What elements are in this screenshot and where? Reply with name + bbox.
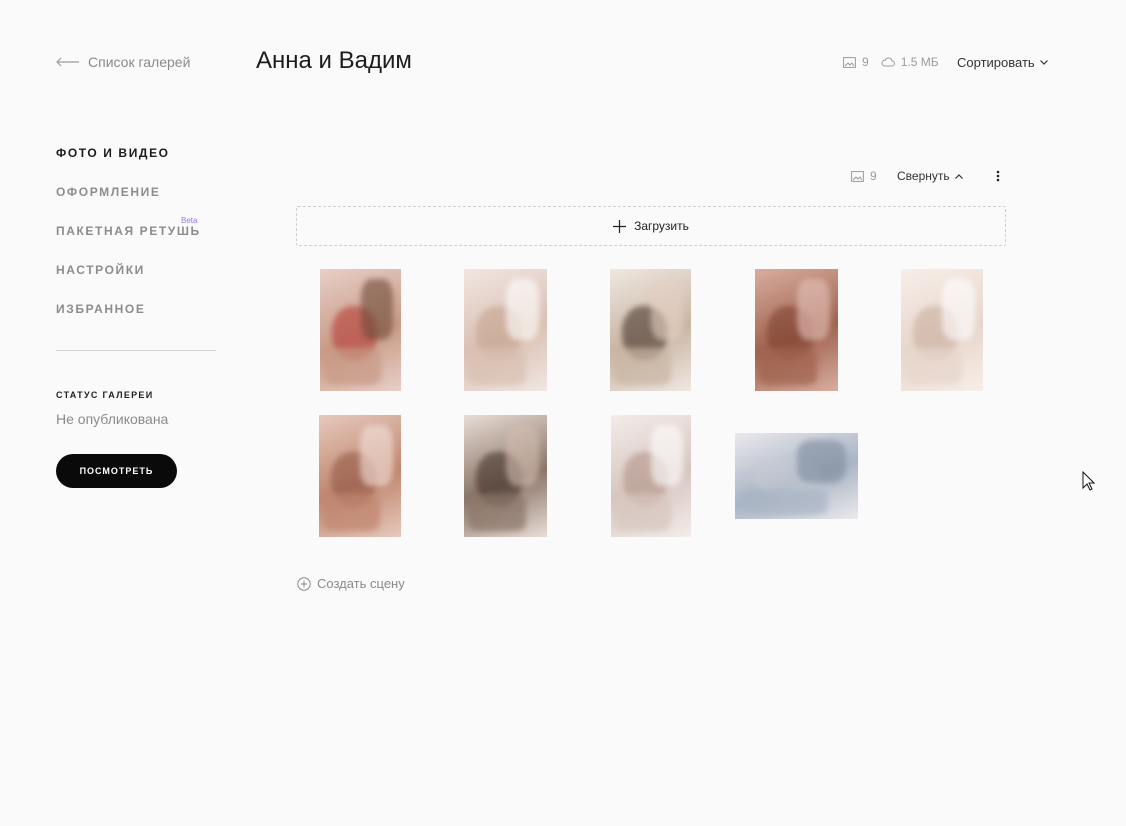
photo-detail — [650, 278, 683, 340]
create-scene-label: Создать сцену — [317, 576, 405, 591]
mouse-cursor-icon — [1082, 471, 1095, 491]
create-scene-button[interactable]: Создать сцену — [297, 576, 405, 591]
photo-thumbnail[interactable] — [464, 269, 547, 391]
photo-detail — [505, 278, 539, 340]
arrow-left-icon — [56, 57, 79, 67]
photo-thumbnail[interactable] — [319, 415, 401, 537]
collapse-label: Свернуть — [897, 169, 950, 183]
back-link-label: Список галерей — [88, 54, 191, 70]
photo-detail — [942, 278, 975, 340]
gallery-stats: 9 1.5 МБ — [843, 55, 951, 69]
photo-thumbnail[interactable] — [320, 269, 401, 391]
photo-detail — [759, 348, 818, 385]
sidebar-item-label: ФОТО И ВИДЕО — [56, 146, 170, 160]
photo-detail — [741, 488, 828, 515]
photo-thumbnail[interactable] — [611, 415, 691, 537]
photo-detail — [905, 348, 963, 385]
photo-thumbnail[interactable] — [610, 269, 691, 391]
sidebar-item-design[interactable]: ОФОРМЛЕНИЕ — [56, 185, 236, 224]
photo-detail — [468, 494, 527, 531]
photo-thumbnail[interactable] — [464, 415, 547, 537]
upload-label: Загрузить — [634, 219, 689, 233]
photo-detail — [615, 494, 671, 531]
photo-detail — [651, 424, 683, 486]
sidebar-divider — [56, 350, 216, 351]
header-storage-size: 1.5 МБ — [900, 55, 939, 69]
sidebar-item-label: ИЗБРАННОЕ — [56, 302, 146, 316]
sidebar-item-label: ПАКЕТНАЯ РЕТУШЬ — [56, 224, 201, 238]
photo-detail — [614, 348, 671, 385]
sort-dropdown[interactable]: Сортировать — [957, 55, 1048, 70]
collapse-button[interactable]: Свернуть — [897, 169, 963, 183]
photo-detail — [324, 348, 381, 385]
plus-icon — [613, 219, 627, 233]
cloud-icon — [881, 57, 895, 67]
photo-thumbnail[interactable] — [755, 269, 838, 391]
sidebar-nav: ФОТО И ВИДЕО ОФОРМЛЕНИЕ ПАКЕТНАЯ РЕТУШЬ … — [56, 146, 236, 341]
gallery-status-title: СТАТУС ГАЛЕРЕИ — [56, 390, 154, 400]
view-gallery-button[interactable]: ПОСМОТРЕТЬ — [56, 454, 177, 488]
photo-detail — [796, 278, 830, 340]
image-icon — [851, 170, 864, 182]
sidebar-item-batch-retouch[interactable]: ПАКЕТНАЯ РЕТУШЬ Beta — [56, 216, 236, 263]
section-stats: 9 — [851, 169, 877, 183]
sidebar-item-label: НАСТРОЙКИ — [56, 263, 145, 277]
photo-detail — [360, 424, 393, 486]
photo-thumbnail[interactable] — [735, 433, 858, 519]
sort-label: Сортировать — [957, 55, 1035, 70]
sidebar-item-label: ОФОРМЛЕНИЕ — [56, 185, 161, 199]
photo-detail — [505, 424, 539, 486]
page-title: Анна и Вадим — [256, 47, 412, 74]
chevron-down-icon — [1039, 60, 1048, 65]
more-vertical-icon — [996, 170, 1000, 182]
sidebar-item-favorites[interactable]: ИЗБРАННОЕ — [56, 302, 236, 341]
sidebar-item-settings[interactable]: НАСТРОЙКИ — [56, 263, 236, 302]
photo-thumbnail[interactable] — [901, 269, 983, 391]
sidebar-item-photo-video[interactable]: ФОТО И ВИДЕО — [56, 146, 236, 185]
photo-detail — [796, 439, 846, 483]
upload-dropzone[interactable]: Загрузить — [296, 206, 1006, 246]
more-options-button[interactable] — [990, 167, 1006, 185]
beta-badge: Beta — [181, 216, 198, 225]
back-to-galleries-link[interactable]: Список галерей — [56, 54, 190, 70]
photo-detail — [360, 278, 393, 340]
photo-detail — [468, 348, 527, 385]
section-photo-count: 9 — [870, 169, 877, 183]
chevron-up-icon — [954, 173, 963, 179]
gallery-status-value: Не опубликована — [56, 411, 169, 427]
header-photo-count: 9 — [862, 55, 869, 69]
photo-detail — [323, 494, 381, 531]
image-icon — [843, 56, 856, 68]
plus-circle-icon — [297, 576, 311, 591]
